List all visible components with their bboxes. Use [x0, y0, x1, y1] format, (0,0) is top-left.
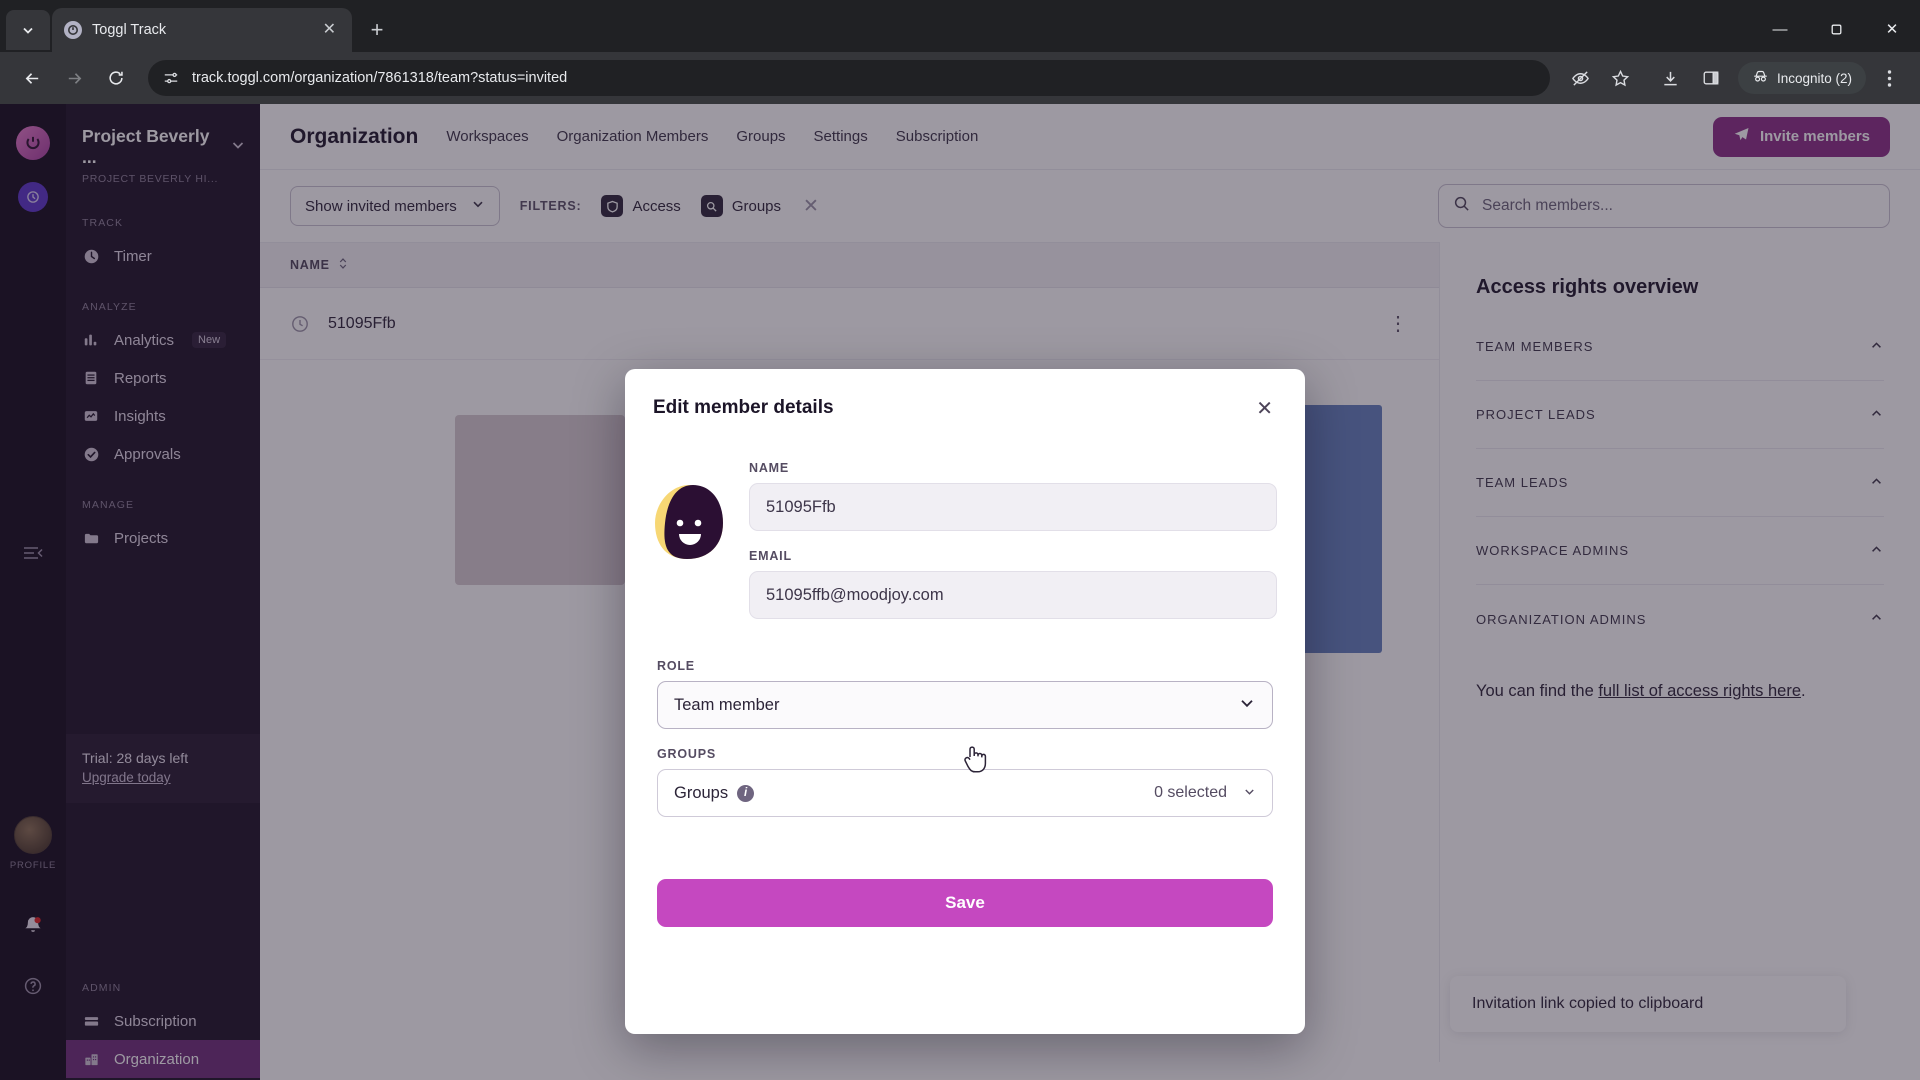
email-field[interactable]: [749, 571, 1277, 619]
toggl-app: PROFILE Project Beverly ... PROJECT BEVE…: [0, 104, 1920, 1080]
tab-title: Toggl Track: [92, 22, 167, 38]
close-icon[interactable]: ✕: [319, 18, 340, 42]
reload-icon[interactable]: [98, 60, 134, 96]
groups-field-label: Groups: [674, 783, 729, 802]
download-icon[interactable]: [1654, 61, 1688, 95]
minimize-icon[interactable]: —: [1752, 7, 1808, 51]
groups-label: GROUPS: [657, 747, 716, 761]
browser-toolbar: track.toggl.com/organization/7861318/tea…: [0, 52, 1920, 104]
modal-body: NAME EMAIL: [653, 461, 1277, 619]
modal-lower: ROLE Team member GROUPS Groups i 0 selec…: [653, 659, 1277, 927]
chevron-down-icon: [1243, 784, 1256, 803]
window-controls: — ✕: [1752, 8, 1920, 52]
save-button[interactable]: Save: [657, 879, 1273, 927]
role-select[interactable]: Team member: [657, 681, 1273, 729]
member-avatar-illustration: [653, 483, 725, 561]
toggl-logo-icon: [64, 21, 82, 39]
forward-arrow-icon: [56, 60, 92, 96]
email-label: EMAIL: [749, 549, 792, 563]
tab-search-button[interactable]: [6, 10, 50, 50]
incognito-label: Incognito (2): [1776, 70, 1852, 86]
url-text: track.toggl.com/organization/7861318/tea…: [192, 70, 568, 86]
star-icon[interactable]: [1604, 61, 1638, 95]
edit-member-modal: Edit member details ✕ NAME EMAIL: [625, 369, 1305, 1034]
close-icon[interactable]: ✕: [1252, 397, 1277, 421]
groups-select[interactable]: Groups i 0 selected: [657, 769, 1273, 817]
info-icon[interactable]: i: [737, 784, 755, 802]
modal-header: Edit member details ✕: [653, 397, 1277, 421]
side-panel-icon[interactable]: [1694, 61, 1728, 95]
new-tab-button[interactable]: +: [360, 13, 394, 47]
modal-fields: NAME EMAIL: [749, 461, 1277, 619]
name-field[interactable]: [749, 483, 1277, 531]
maximize-icon[interactable]: [1808, 7, 1864, 51]
browser-tab[interactable]: Toggl Track ✕: [52, 8, 352, 52]
browser-tabstrip: Toggl Track ✕ + — ✕: [0, 0, 1920, 52]
eye-off-icon[interactable]: [1564, 61, 1598, 95]
chevron-down-icon: [1238, 694, 1256, 717]
role-label: ROLE: [657, 659, 695, 673]
name-label: NAME: [749, 461, 790, 475]
incognito-indicator[interactable]: Incognito (2): [1737, 62, 1866, 94]
incognito-hat-icon: [1752, 68, 1769, 88]
three-dot-menu-icon[interactable]: [1872, 61, 1906, 95]
role-value: Team member: [674, 695, 780, 714]
site-settings-icon[interactable]: [162, 69, 180, 87]
groups-selected-count: 0 selected: [1154, 784, 1227, 801]
address-bar[interactable]: track.toggl.com/organization/7861318/tea…: [148, 60, 1550, 96]
modal-title: Edit member details: [653, 397, 834, 418]
back-arrow-icon[interactable]: [14, 60, 50, 96]
close-icon[interactable]: ✕: [1864, 7, 1920, 51]
